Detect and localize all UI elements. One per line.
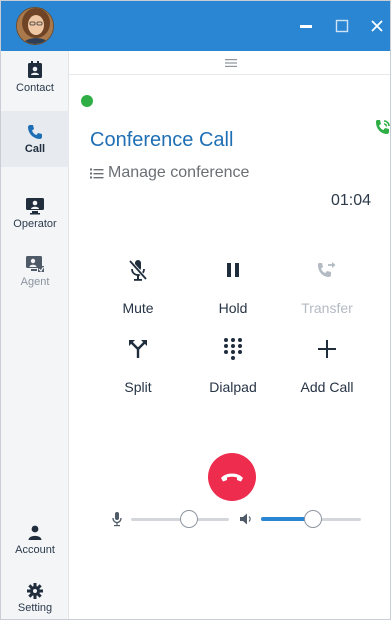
sidebar: Contact Call Operator Agent Account Sett… bbox=[1, 51, 69, 619]
sidebar-item-label: Contact bbox=[16, 82, 54, 94]
hang-up-button[interactable] bbox=[208, 453, 256, 501]
dialpad-icon bbox=[224, 338, 242, 360]
sidebar-item-label: Setting bbox=[17, 602, 53, 614]
hold-label: Hold bbox=[218, 300, 248, 316]
dialpad-label: Dialpad bbox=[209, 379, 257, 395]
call-active-icon bbox=[376, 120, 390, 134]
split-label: Split bbox=[124, 379, 152, 395]
list-icon bbox=[90, 168, 104, 178]
manage-conference-link[interactable]: Manage conference bbox=[90, 164, 249, 182]
pause-icon bbox=[227, 263, 239, 277]
sidebar-item-label: Call bbox=[24, 142, 46, 155]
minimize-button[interactable] bbox=[293, 11, 319, 41]
status-indicator bbox=[81, 95, 93, 107]
speaker-volume-slider[interactable] bbox=[261, 509, 361, 529]
person-icon bbox=[28, 525, 42, 540]
sidebar-item-call[interactable]: Call bbox=[1, 111, 69, 167]
minimize-icon bbox=[300, 25, 312, 28]
slider-handle[interactable] bbox=[304, 510, 322, 528]
hold-button[interactable]: Hold bbox=[196, 256, 270, 316]
add-call-label: Add Call bbox=[300, 379, 354, 395]
microphone-volume-slider[interactable] bbox=[131, 509, 229, 529]
close-icon bbox=[371, 20, 383, 32]
sidebar-item-label: Account bbox=[15, 544, 55, 556]
softphone-window: Contact Call Operator Agent Account Sett… bbox=[0, 0, 391, 620]
manage-conference-label: Manage conference bbox=[108, 164, 250, 181]
slider-handle[interactable] bbox=[180, 510, 198, 528]
transfer-icon bbox=[318, 262, 336, 277]
split-icon bbox=[129, 340, 147, 358]
maximize-icon bbox=[335, 19, 349, 33]
sidebar-item-account[interactable]: Account bbox=[1, 525, 69, 556]
hang-up-icon bbox=[221, 473, 243, 482]
mute-label: Mute bbox=[122, 300, 154, 316]
speaker-icon bbox=[240, 513, 251, 525]
agent-icon bbox=[26, 256, 45, 272]
transfer-button[interactable]: Transfer bbox=[290, 256, 364, 316]
split-button[interactable]: Split bbox=[101, 335, 175, 395]
plus-icon bbox=[318, 340, 336, 358]
transfer-label: Transfer bbox=[301, 300, 353, 316]
sidebar-item-label: Operator bbox=[13, 218, 57, 230]
add-call-button[interactable]: Add Call bbox=[290, 335, 364, 395]
operator-monitor-icon bbox=[26, 198, 44, 215]
sidebar-item-contact[interactable]: Contact bbox=[1, 61, 69, 94]
contact-card-icon bbox=[28, 61, 42, 78]
avatar[interactable] bbox=[16, 7, 54, 45]
call-timer: 01:04 bbox=[331, 192, 372, 209]
microphone-icon bbox=[112, 512, 122, 527]
hamburger-icon bbox=[224, 58, 237, 67]
mute-button[interactable]: Mute bbox=[101, 256, 175, 316]
page-title: Conference Call bbox=[90, 129, 234, 151]
mic-off-icon bbox=[128, 259, 148, 281]
sidebar-item-setting[interactable]: Setting bbox=[1, 583, 69, 614]
maximize-button[interactable] bbox=[329, 11, 355, 41]
gear-icon bbox=[27, 583, 43, 599]
dialpad-button[interactable]: Dialpad bbox=[196, 335, 270, 395]
title-bar[interactable] bbox=[1, 1, 390, 51]
phone-icon bbox=[28, 124, 42, 139]
sidebar-item-agent[interactable]: Agent bbox=[1, 255, 69, 288]
sidebar-item-operator[interactable]: Operator bbox=[1, 197, 69, 230]
close-button[interactable] bbox=[364, 11, 390, 41]
sidebar-item-label: Agent bbox=[20, 276, 50, 288]
drag-handle[interactable] bbox=[69, 51, 390, 75]
call-panel: Conference Call Manage conference 01:04 bbox=[69, 51, 390, 619]
